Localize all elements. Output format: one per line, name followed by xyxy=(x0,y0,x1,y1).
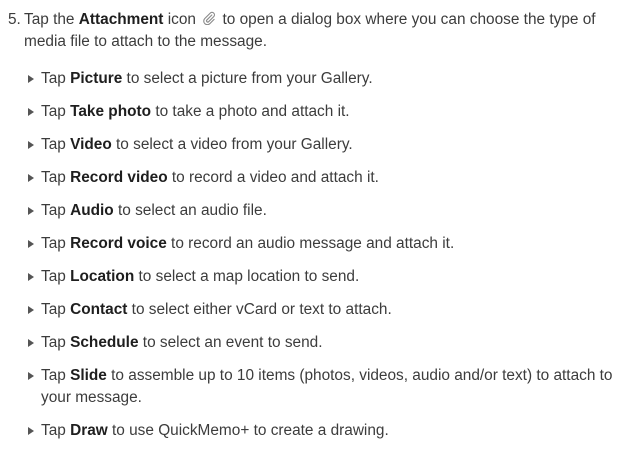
option-location: Location xyxy=(70,268,135,285)
item-prefix: Tap xyxy=(41,169,71,186)
item-prefix: Tap xyxy=(41,70,71,87)
item-description: to select an event to send. xyxy=(138,334,323,351)
item-description: to record a video and attach it. xyxy=(167,169,379,186)
paperclip-icon xyxy=(203,11,216,25)
item-prefix: Tap xyxy=(41,202,71,219)
item-description: to select either vCard or text to attach… xyxy=(127,301,392,318)
bullet-icon xyxy=(28,174,34,182)
item-prefix: Tap xyxy=(41,334,71,351)
list-item-take-photo: Tap Take photo to take a photo and attac… xyxy=(28,101,623,123)
list-item-location: Tap Location to select a map location to… xyxy=(28,266,623,288)
option-schedule: Schedule xyxy=(70,334,139,351)
list-item-record-video: Tap Record video to record a video and a… xyxy=(28,167,623,189)
item-prefix: Tap xyxy=(41,235,71,252)
bullet-icon xyxy=(28,273,34,281)
option-picture: Picture xyxy=(70,70,123,87)
option-record-video: Record video xyxy=(70,169,168,186)
step-text-after: icon xyxy=(163,11,201,28)
step-5: 5. Tap the Attachment icon to open a dia… xyxy=(8,9,623,53)
item-description: to select a picture from your Gallery. xyxy=(122,70,373,87)
list-item-schedule: Tap Schedule to select an event to send. xyxy=(28,332,623,354)
item-description: to assemble up to 10 items (photos, vide… xyxy=(41,367,613,406)
item-description: to record an audio message and attach it… xyxy=(166,235,455,252)
item-prefix: Tap xyxy=(41,136,71,153)
item-prefix: Tap xyxy=(41,367,71,384)
attachment-term: Attachment xyxy=(78,11,164,28)
list-item-picture: Tap Picture to select a picture from you… xyxy=(28,68,623,90)
item-prefix: Tap xyxy=(41,103,71,120)
list-item-video: Tap Video to select a video from your Ga… xyxy=(28,134,623,156)
bullet-icon xyxy=(28,75,34,83)
option-take-photo: Take photo xyxy=(70,103,152,120)
list-item-record-voice: Tap Record voice to record an audio mess… xyxy=(28,233,623,255)
item-prefix: Tap xyxy=(41,422,71,439)
option-draw: Draw xyxy=(70,422,108,439)
item-description: to select an audio file. xyxy=(113,202,267,219)
item-description: to select a video from your Gallery. xyxy=(111,136,353,153)
item-prefix: Tap xyxy=(41,301,71,318)
bullet-icon xyxy=(28,427,34,435)
bullet-icon xyxy=(28,240,34,248)
item-description: to use QuickMemo+ to create a drawing. xyxy=(107,422,389,439)
item-description: to take a photo and attach it. xyxy=(151,103,350,120)
option-video: Video xyxy=(70,136,112,153)
bullet-icon xyxy=(28,207,34,215)
option-audio: Audio xyxy=(70,202,114,219)
option-record-voice: Record voice xyxy=(70,235,167,252)
attachment-options-list: Tap Picture to select a picture from you… xyxy=(28,68,623,453)
list-item-contact: Tap Contact to select either vCard or te… xyxy=(28,299,623,321)
bullet-icon xyxy=(28,306,34,314)
bullet-icon xyxy=(28,372,34,380)
list-item-draw: Tap Draw to use QuickMemo+ to create a d… xyxy=(28,420,623,442)
bullet-icon xyxy=(28,339,34,347)
list-item-audio: Tap Audio to select an audio file. xyxy=(28,200,623,222)
manual-page: 5. Tap the Attachment icon to open a dia… xyxy=(0,0,629,472)
option-contact: Contact xyxy=(70,301,128,318)
option-slide: Slide xyxy=(70,367,107,384)
list-item-slide: Tap Slide to assemble up to 10 items (ph… xyxy=(28,365,623,409)
item-description: to select a map location to send. xyxy=(134,268,360,285)
bullet-icon xyxy=(28,141,34,149)
step-number: 5. xyxy=(8,11,21,28)
bullet-icon xyxy=(28,108,34,116)
item-prefix: Tap xyxy=(41,268,71,285)
step-instruction: Tap the Attachment icon to open a dialog… xyxy=(24,9,623,53)
step-text-before: Tap the xyxy=(24,11,79,28)
